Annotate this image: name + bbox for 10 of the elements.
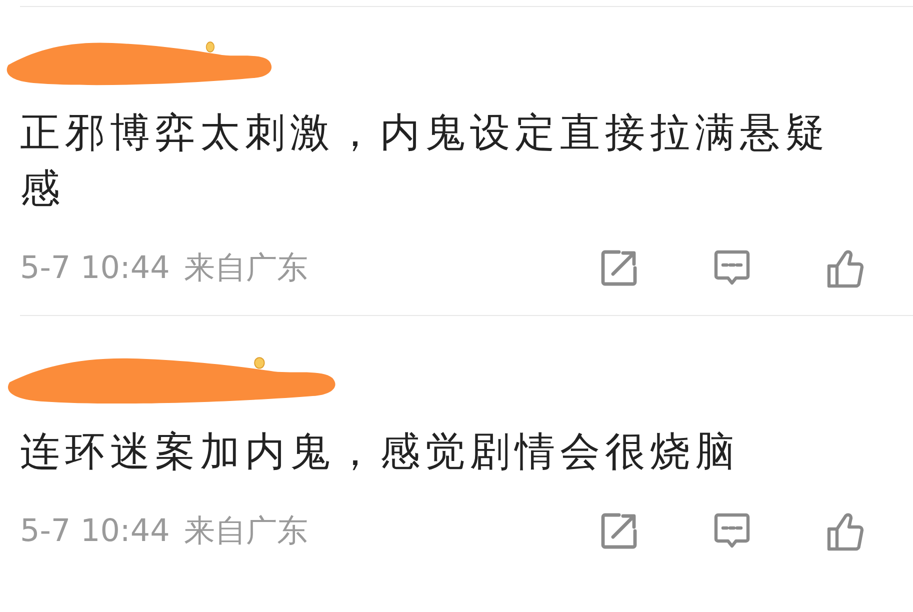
comment-location: 来自广东: [184, 512, 308, 551]
comment-time: 5-7 10:44: [20, 250, 170, 286]
thumbs-up-icon[interactable]: [825, 511, 865, 551]
comment-time: 5-7 10:44: [20, 513, 170, 549]
comment-text: 连环迷案加内鬼，感觉剧情会很烧脑: [20, 428, 741, 477]
share-icon[interactable]: [599, 248, 639, 288]
thumbs-up-icon[interactable]: [825, 248, 865, 288]
comment-text: 正邪博弈太刺激，内鬼设定直接拉满悬疑感: [20, 109, 831, 214]
share-icon[interactable]: [599, 511, 639, 551]
comment-location: 来自广东: [184, 249, 308, 288]
